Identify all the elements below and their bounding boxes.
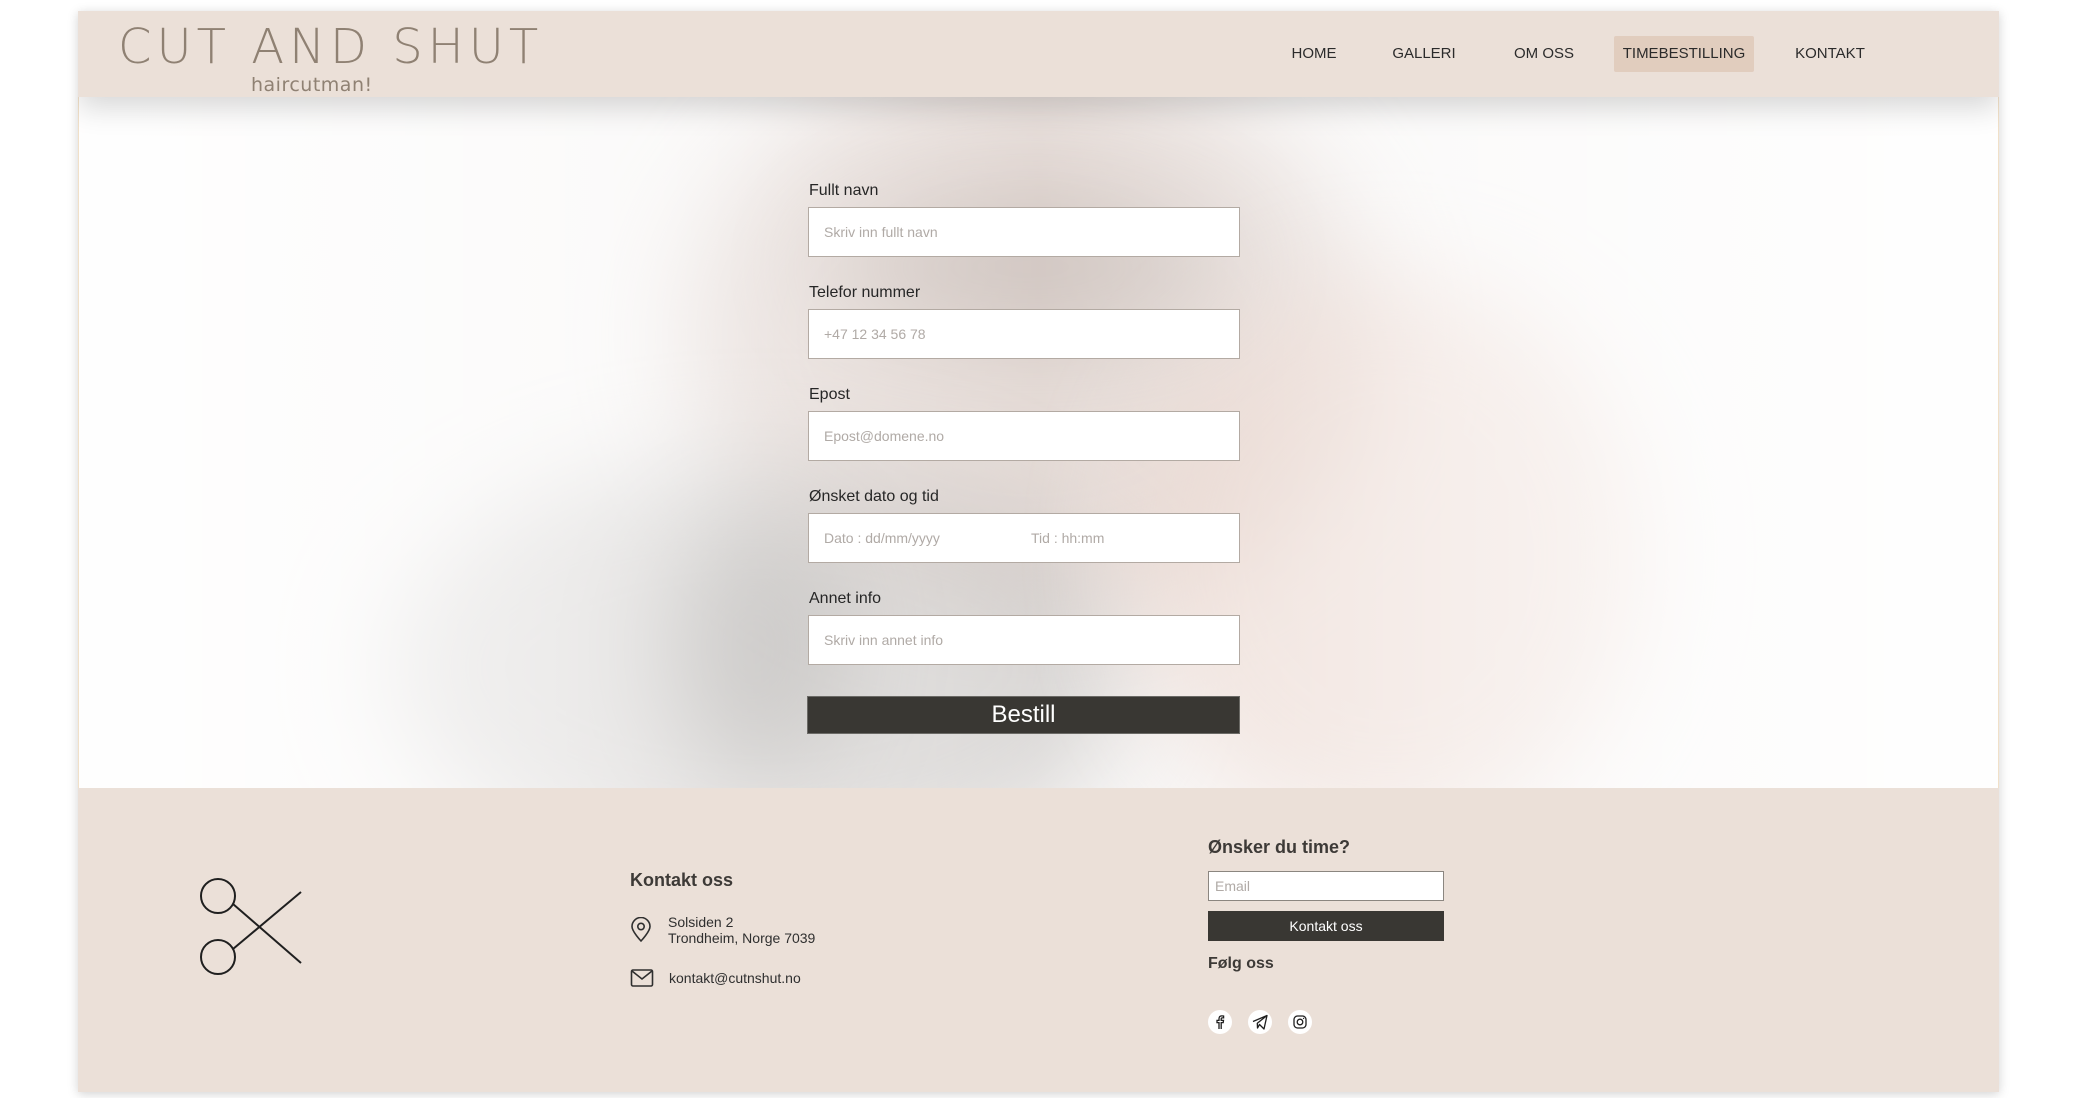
logo-subtitle: haircutman! xyxy=(251,74,373,96)
nav-kontakt[interactable]: KONTAKT xyxy=(1791,36,1869,72)
nav-galleri[interactable]: GALLERI xyxy=(1389,36,1459,72)
name-label: Fullt navn xyxy=(809,182,879,199)
address-line-1: Solsiden 2 xyxy=(668,914,734,930)
nav-timebestilling[interactable]: TIMEBESTILLING xyxy=(1614,36,1754,72)
info-label: Annet info xyxy=(809,590,882,607)
follow-heading: Følg oss xyxy=(1208,955,1274,972)
page-frame: CUT AND SHUT haircutman! HOME GALLERI OM… xyxy=(78,11,1999,1092)
footer-email-input[interactable] xyxy=(1208,871,1444,901)
contact-email[interactable]: kontakt@cutnshut.no xyxy=(669,970,801,986)
instagram-icon[interactable] xyxy=(1288,1010,1312,1034)
hero-background: Fullt navn Telefor nummer Epost Ønsket d… xyxy=(78,97,1999,788)
email-label: Epost xyxy=(809,386,850,403)
contact-us-button[interactable]: Kontakt oss xyxy=(1208,911,1444,941)
phone-label: Telefor nummer xyxy=(809,284,921,301)
mail-icon xyxy=(630,969,654,987)
nav-om-oss[interactable]: OM OSS xyxy=(1509,36,1579,72)
contact-heading: Kontakt oss xyxy=(630,870,734,890)
site-header: CUT AND SHUT haircutman! HOME GALLERI OM… xyxy=(78,11,1999,97)
time-input[interactable] xyxy=(1016,514,1226,562)
datetime-label: Ønsket dato og tid xyxy=(809,488,939,505)
nav-home[interactable]: HOME xyxy=(1287,36,1341,72)
datetime-field xyxy=(808,513,1240,563)
telegram-icon[interactable] xyxy=(1248,1010,1272,1034)
bestill-button[interactable]: Bestill xyxy=(808,697,1239,733)
facebook-icon[interactable] xyxy=(1208,1010,1232,1034)
email-input[interactable] xyxy=(808,411,1240,461)
phone-input[interactable] xyxy=(808,309,1240,359)
scissors-logo-icon xyxy=(200,878,302,975)
date-input[interactable] xyxy=(809,514,1019,562)
location-pin-icon xyxy=(631,917,651,943)
info-input[interactable] xyxy=(808,615,1240,665)
address-line-2: Trondheim, Norge 7039 xyxy=(668,930,816,946)
main-nav: HOME GALLERI OM OSS TIMEBESTILLING KONTA… xyxy=(78,36,1999,72)
full-name-input[interactable] xyxy=(808,207,1240,257)
booking-heading: Ønsker du time? xyxy=(1208,837,1351,857)
site-footer: Kontakt oss Solsiden 2 Trondheim, Norge … xyxy=(78,788,1999,1092)
